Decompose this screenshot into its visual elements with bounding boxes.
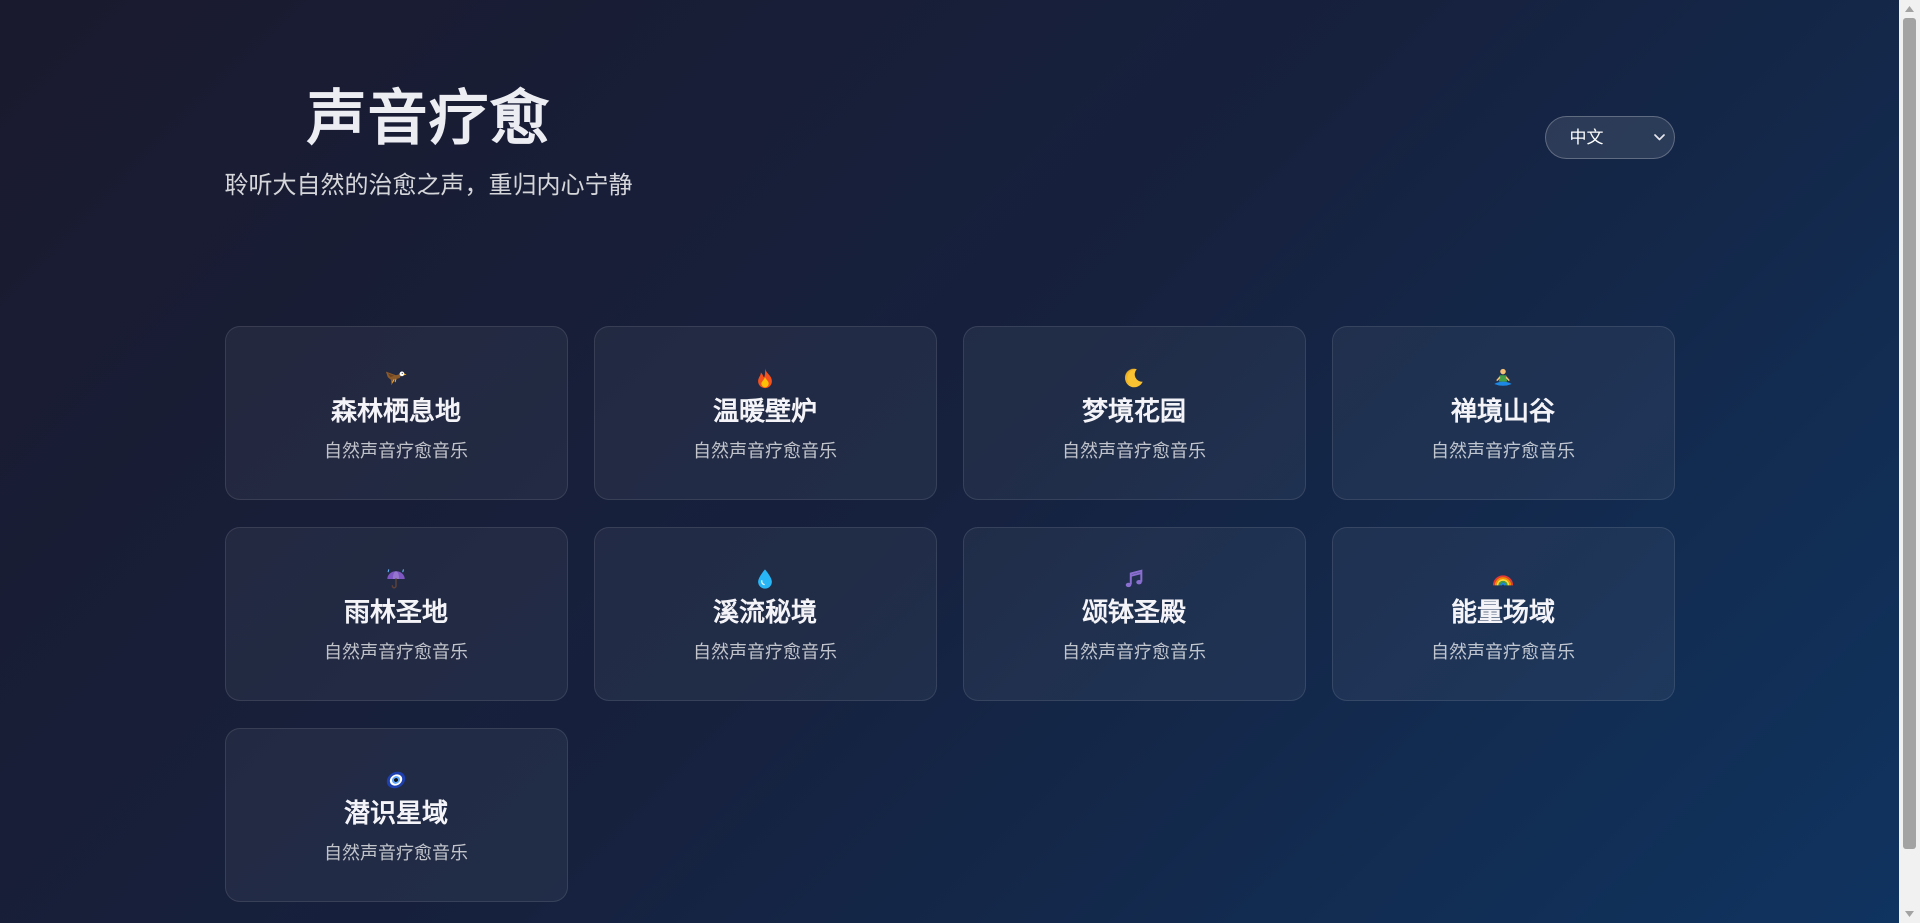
card-title: 森林栖息地 [330,396,461,426]
eagle-icon [385,367,407,389]
meditation-icon [1492,367,1514,389]
stream-realm-card[interactable]: 溪流秘境 自然声音疗愈音乐 [593,527,937,701]
card-subtitle: 自然声音疗愈音乐 [324,843,468,863]
main-container: 声音疗愈 聆听大自然的治愈之声，重归内心宁静 中文 森林栖息地 自然声音疗愈音乐… [224,0,1675,923]
rainbow-icon [1492,568,1514,590]
nazar-amulet-icon [385,769,407,791]
card-title: 温暖壁炉 [712,396,817,426]
energy-field-card[interactable]: 能量场域 自然声音疗愈音乐 [1331,527,1675,701]
scroll-up-arrow-icon[interactable] [1899,0,1920,18]
rainforest-sanctuary-card[interactable]: 雨林圣地 自然声音疗愈音乐 [224,527,568,701]
dream-garden-card[interactable]: 梦境花园 自然声音疗愈音乐 [962,326,1306,500]
zen-valley-card[interactable]: 禅境山谷 自然声音疗愈音乐 [1331,326,1675,500]
card-title: 梦境花园 [1081,396,1186,426]
page-background: 声音疗愈 聆听大自然的治愈之声，重归内心宁静 中文 森林栖息地 自然声音疗愈音乐… [0,0,1920,923]
page-title: 声音疗愈 [306,85,551,152]
card-subtitle: 自然声音疗愈音乐 [324,441,468,461]
scrollbar-thumb[interactable] [1903,18,1916,849]
card-title: 颂钵圣殿 [1081,597,1186,627]
sound-card-grid: 森林栖息地 自然声音疗愈音乐 温暖壁炉 自然声音疗愈音乐 梦境花园 自然声音疗愈… [224,326,1675,902]
card-title: 禅境山谷 [1450,396,1555,426]
card-subtitle: 自然声音疗愈音乐 [1062,642,1206,662]
subconscious-starfield-card[interactable]: 潜识星域 自然声音疗愈音乐 [224,728,568,902]
fire-icon [754,367,776,389]
card-title: 溪流秘境 [712,597,817,627]
vertical-scrollbar[interactable] [1899,0,1920,923]
moon-icon [1123,367,1145,389]
card-subtitle: 自然声音疗愈音乐 [693,441,837,461]
page-viewport: 声音疗愈 聆听大自然的治愈之声，重归内心宁静 中文 森林栖息地 自然声音疗愈音乐… [0,0,1899,923]
scroll-down-arrow-icon[interactable] [1899,905,1920,923]
music-note-icon [1123,568,1145,590]
card-subtitle: 自然声音疗愈音乐 [1431,441,1575,461]
card-subtitle: 自然声音疗愈音乐 [1431,642,1575,662]
header: 声音疗愈 聆听大自然的治愈之声，重归内心宁静 [225,83,633,203]
forest-habitat-card[interactable]: 森林栖息地 自然声音疗愈音乐 [224,326,568,500]
card-subtitle: 自然声音疗愈音乐 [324,642,468,662]
language-selector[interactable]: 中文 [1544,116,1675,159]
card-subtitle: 自然声音疗愈音乐 [1062,441,1206,461]
card-title: 能量场域 [1450,597,1555,627]
warm-fireplace-card[interactable]: 温暖壁炉 自然声音疗愈音乐 [593,326,937,500]
droplet-icon [754,568,776,590]
umbrella-icon [385,568,407,590]
card-subtitle: 自然声音疗愈音乐 [693,642,837,662]
card-title: 雨林圣地 [343,597,448,627]
language-select[interactable]: 中文 [1544,116,1675,159]
singing-bowl-temple-card[interactable]: 颂钵圣殿 自然声音疗愈音乐 [962,527,1306,701]
card-title: 潜识星域 [343,798,448,828]
page-subtitle: 聆听大自然的治愈之声，重归内心宁静 [224,172,633,199]
